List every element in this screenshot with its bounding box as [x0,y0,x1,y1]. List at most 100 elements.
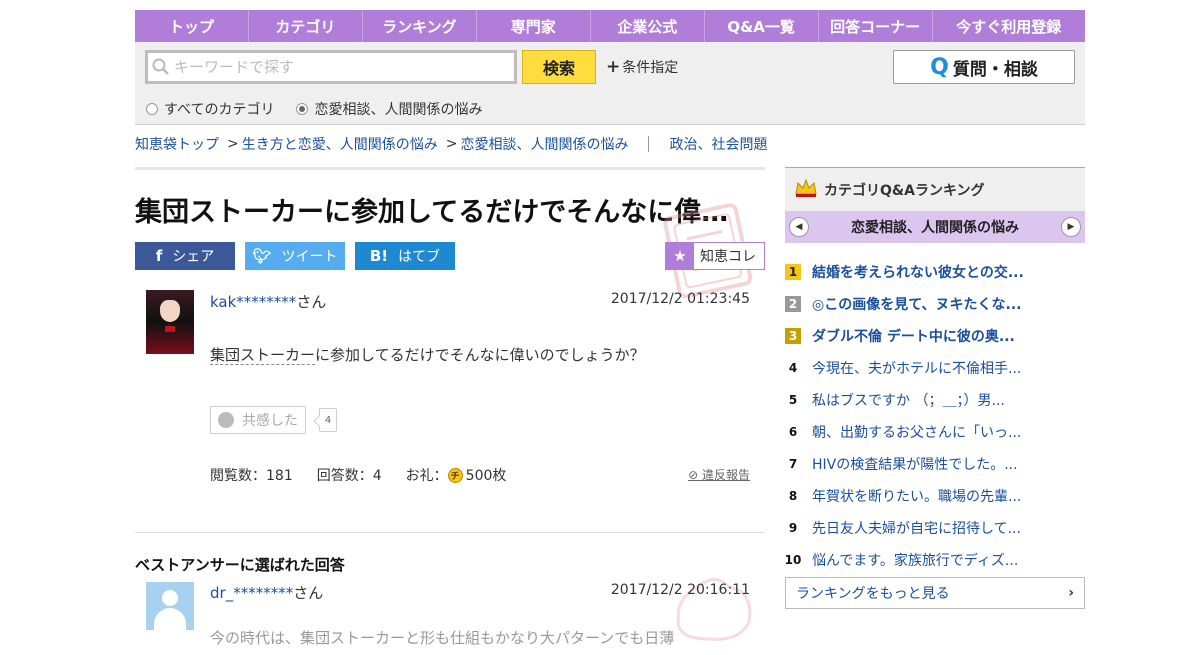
author-link[interactable]: dr_******** [210,584,293,602]
breadcrumb-life[interactable]: 生き方と恋愛、人間関係の悩み [242,134,438,154]
ranking-item[interactable]: 10 悩んでます。家族旅行でディズ... [785,544,1085,576]
breadcrumb-divider [648,136,650,152]
view-count: 閲覧数：181 [210,468,293,484]
radio-label: すべてのカテゴリ [164,102,275,118]
ranking-category: 恋愛相談、人間関係の悩み [851,220,1019,236]
nav-category[interactable]: カテゴリ [249,10,363,42]
search-box[interactable] [145,50,517,84]
hatena-icon: B! [369,247,389,265]
rank-number: 3 [785,328,801,344]
condition-label: 条件指定 [622,60,679,76]
reward: お礼：チ 500枚 [405,465,507,485]
chiecolle-label: 知恵コレ [700,249,756,265]
more-ranking-button[interactable]: ランキングをもっと見る › [785,577,1085,609]
keyword-link[interactable]: 集団ストーカー [210,346,316,365]
best-answer-post: dr_********さん 2017/12/2 20:16:11 今の時代は、集… [135,575,765,655]
nav-top[interactable]: トップ [135,10,249,42]
breadcrumb-separator: > [445,136,458,152]
ranking-item[interactable]: 5 私はブスですか （；＿；）男... [785,384,1085,416]
ban-icon: ⊘ [688,468,702,482]
ranking-list: 1 結婚を考えられない彼女との交... 2 ◎この画像を見て、ヌキたくな... 3ダ… [785,256,1085,576]
ranking-header: カテゴリQ&Aランキング [785,167,1085,211]
rank-title: 悩んでます。家族旅行でディズ... [812,553,1019,569]
search-icon [148,54,174,80]
question-main: 集団ストーカーに参加してるだけでそんなに偉… f シェア 🐦︎ ツイート B! はてブ… [135,167,765,655]
facebook-icon: f [155,247,163,265]
radio-dot [146,103,158,115]
prev-arrow-icon[interactable]: ◀ [789,217,809,237]
section-divider [135,532,765,533]
question-body: 集団ストーカーに参加してるだけでそんなに偉いのでしょうか？ [210,344,645,365]
breadcrumb: 知恵袋トップ > 生き方と恋愛、人間関係の悩み > 恋愛相談、人間関係の悩み 政… [135,134,767,154]
category-scope: すべてのカテゴリ 恋愛相談、人間関係の悩み [146,99,504,119]
condition-link[interactable]: + 条件指定 [606,57,678,77]
chiecolle-button[interactable]: ★ 知恵コレ [665,242,765,270]
radio-label: 恋愛相談、人間関係の悩み [314,102,483,118]
question-post: kak********さん 2017/12/2 01:23:45 集団ストーカー… [135,270,765,490]
ranking-item[interactable]: 4 今現在、夫がホテルに不倫相手... [785,352,1085,384]
sidebar-ranking: カテゴリQ&Aランキング ◀ 恋愛相談、人間関係の悩み ▶ 1 結婚を考えられない… [785,167,1085,609]
nav-register[interactable]: 今すぐ利用登録 [933,10,1085,42]
nav-official[interactable]: 企業公式 [591,10,705,42]
twitter-share-button[interactable]: 🐦︎ ツイート [245,242,345,270]
honorific: さん [293,584,324,602]
honorific: さん [296,293,327,311]
rank-number: 9 [788,521,798,535]
ranking-item[interactable]: 7 HIVの検査結果が陽性でした。... [785,448,1085,480]
author-link[interactable]: kak******** [210,293,296,311]
plus-icon: + [606,57,621,77]
ranking-item[interactable]: 2 ◎この画像を見て、ヌキたくな... [785,288,1085,320]
radio-this-category[interactable]: 恋愛相談、人間関係の悩み [296,99,482,119]
nav-answer-corner[interactable]: 回答コーナー [819,10,933,42]
ranking-category-switcher: ◀ 恋愛相談、人間関係の悩み ▶ [785,211,1085,243]
avatar[interactable] [146,290,194,354]
answer-body: 今の時代は、集団ストーカーと形も仕組もかなり大パターンでも日薄 [210,629,675,647]
ranking-item[interactable]: 8 年賀状を断りたい。職場の先輩... [785,480,1085,512]
top-nav: トップ カテゴリ ランキング 専門家 企業公式 Q&A一覧 回答コーナー 今すぐ… [135,10,1085,42]
breadcrumb-love[interactable]: 恋愛相談、人間関係の悩み [460,134,628,154]
ask-question-button[interactable]: Q 質問・相談 [893,50,1075,84]
ranking-item[interactable]: 6 朝、出勤するお父さんに「いっ... [785,416,1085,448]
question-text: に参加してるだけでそんなに偉いのでしょうか？ [315,346,645,364]
next-arrow-icon[interactable]: ▶ [1061,217,1081,237]
share-label: シェア [172,249,215,265]
coin-icon: チ [447,467,463,483]
avatar[interactable] [146,582,194,630]
top-divider [135,167,765,170]
radio-all-categories[interactable]: すべてのカテゴリ [146,99,274,119]
more-ranking-label: ランキングをもっと見る [796,586,950,602]
facebook-share-button[interactable]: f シェア [135,242,235,270]
ranking-title: カテゴリQ&Aランキング [824,182,985,199]
share-label: ツイート [281,249,338,265]
rank-number: 6 [788,425,798,439]
star-icon: ★ [666,243,694,269]
ranking-item[interactable]: 9 先日友人夫婦が自宅に招待して... [785,512,1085,544]
rank-title: 結婚を考えられない彼女との交... [812,265,1024,281]
question-date: 2017/12/2 01:23:45 [610,291,750,307]
search-button[interactable]: 検索 [522,50,596,84]
report-link[interactable]: ⊘ 違反報告 [688,466,750,483]
share-label: はてブ [398,249,441,265]
rank-number: 5 [788,393,798,407]
reward-label: お礼： [405,468,448,484]
breadcrumb-top[interactable]: 知恵袋トップ [135,134,219,154]
hatena-share-button[interactable]: B! はてブ [355,242,455,270]
search-area: 検索 +条件指定 Q質問・相談 すべてのカテゴリ 恋愛相談、人間関係の悩み [135,42,1085,125]
nav-ranking[interactable]: ランキング [363,10,477,42]
nav-qa-list[interactable]: Q&A一覧 [705,10,819,42]
nav-expert[interactable]: 専門家 [477,10,591,42]
search-input[interactable] [174,58,504,76]
empathy-button[interactable]: 共感した [210,406,306,434]
rank-title: 今現在、夫がホテルに不倫相手... [812,361,1022,377]
reward-value: 500枚 [465,468,507,484]
rank-number: 7 [788,457,798,471]
smile-icon [218,412,234,428]
share-row: f シェア 🐦︎ ツイート B! はてブ ★ 知恵コレ [135,242,765,270]
ranking-item[interactable]: 3 ダブル不倫 デート中に彼の奥... [785,320,1085,352]
rank-title: 朝、出勤するお父さんに「いっ... [812,425,1022,441]
report-label: 違反報告 [701,468,750,482]
breadcrumb-related[interactable]: 政治、社会問題 [669,134,767,154]
ranking-item[interactable]: 1 結婚を考えられない彼女との交... [785,256,1085,288]
answer-author: dr_********さん [210,582,323,603]
rank-title: ◎この画像を見て、ヌキたくな... [812,297,1022,313]
